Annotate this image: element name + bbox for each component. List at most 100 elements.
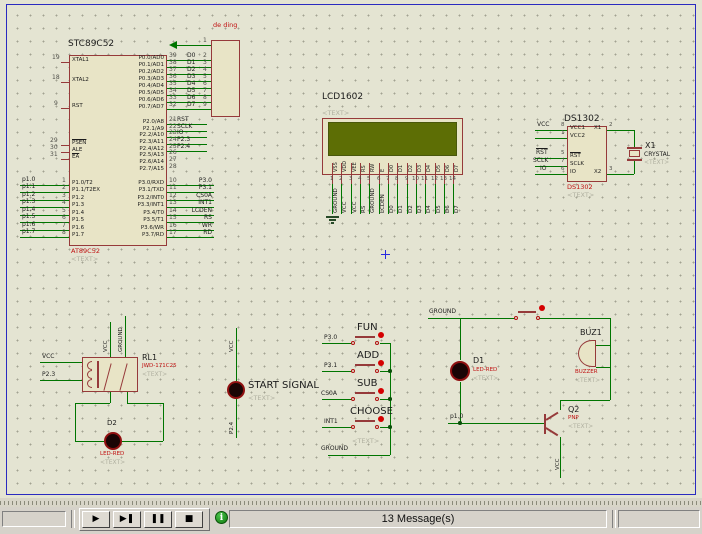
schematic-label: D5 [437,205,443,213]
wire [122,441,163,442]
button-actuator[interactable] [539,305,545,311]
schematic-label: P3.0 [324,335,337,341]
schematic-label: IO [570,170,576,176]
junction-dot [388,425,392,429]
status-message[interactable]: 13 Message(s) [229,510,607,528]
schematic-label: BUZ1 [580,329,602,337]
schematic-label: P3.0/RXD [74,181,164,187]
component-line [329,219,336,221]
ruler-ticks [0,501,702,505]
schematic-label: D7 [455,205,461,213]
schematic-label: RS [182,215,212,221]
schematic-label: P2.3 [42,372,55,378]
schematic-label: 9 [54,101,58,107]
status-panel-left [2,511,66,527]
schematic-label: IO [540,166,547,172]
button-actuator[interactable] [378,388,384,394]
schematic-label: AT89C52 [71,248,100,255]
schematic-label: 28 [169,164,177,170]
schematic-label: INT1 [324,419,338,425]
schematic-label: 8 [561,123,565,129]
schematic-label: 3 [609,167,613,173]
relay-coil-arc [87,370,92,379]
schematic-label: 2 [609,123,613,129]
junction-dot [388,397,392,401]
schematic-label: 6 [377,177,381,183]
button-actuator[interactable] [378,332,384,338]
component-line [331,222,334,224]
connector-de-ding[interactable] [211,40,240,117]
schematic-label: p1.5 [22,214,35,220]
wire [176,45,211,46]
schematic-label: 32 [169,102,177,108]
lcd1602-screen [328,122,457,156]
wire [538,318,610,319]
schematic-canvas[interactable]: STC89C52AT89C52<TEXT>1918929303112345678… [0,0,702,498]
schematic-label: P0.1/AD1 [74,63,164,69]
status-bar: ▶ ▶❚ ❚❚ ■ i 13 Message(s) [0,507,702,534]
schematic-label: SCLK [570,162,584,168]
schematic-label: VCC [230,341,236,352]
schematic-label: P2.4 [230,422,236,434]
pause-button[interactable]: ❚❚ [144,511,172,528]
component-line [544,414,546,434]
schematic-label: P3.4/T0 [74,211,164,217]
wire [125,316,126,357]
schematic-label: RS [362,165,367,172]
schematic-label: 8 [62,230,66,236]
proteus-isis-window: STC89C52AT89C52<TEXT>1918929303112345678… [0,0,702,534]
schematic-label: LCD1602 [322,93,363,102]
wire [328,455,390,456]
schematic-label: D1 [399,205,405,213]
component-line [326,216,339,218]
schematic-label: D4 [427,165,432,172]
schematic-label: 10 [412,177,419,183]
component-line [61,145,69,146]
schematic-label: GROUND [321,446,348,452]
led-indicator[interactable] [104,432,122,450]
schematic-label: X1 [594,126,601,132]
schematic-label: D7 [187,102,195,108]
schematic-label: <TEXT> [568,424,593,430]
schematic-label: 9 [203,102,207,108]
junction-dot [388,369,392,373]
schematic-label: RST [570,154,581,160]
schematic-label: RW [371,164,376,172]
schematic-label: P0.2/AD2 [74,70,164,76]
message-info-icon[interactable]: i [215,511,228,524]
schematic-label: 7 [386,177,390,183]
schematic-label: START SIGNAL [248,381,319,391]
component-line [355,336,375,338]
wire [322,343,353,344]
schematic-label: VCC2 [570,134,585,140]
schematic-label: D6 [446,165,451,172]
led-indicator[interactable] [450,361,470,381]
stop-button[interactable]: ■ [175,511,203,528]
schematic-label: GROUND [334,188,340,213]
schematic-label: VCC [104,341,110,352]
component-line [355,392,375,394]
schematic-label: P3.1/TXD [74,188,164,194]
schematic-label: STC89C52 [68,40,114,49]
component-line [385,250,386,259]
schematic-label: VCC [353,202,359,213]
component-line [61,159,69,160]
wire [127,403,163,404]
wire [634,159,635,174]
schematic-label: 4 [358,177,362,183]
led-indicator[interactable] [227,381,245,399]
schematic-label: VSS [334,162,339,172]
step-button[interactable]: ▶❚ [113,511,141,528]
component-line [518,311,536,313]
crystal-x1-body[interactable] [629,150,640,157]
play-button[interactable]: ▶ [82,511,110,528]
schematic-label: P3.7/RD [74,233,164,239]
schematic-label: D1 [399,165,404,172]
relay-coil-arc [87,379,92,388]
schematic-label: 15 [169,215,177,221]
status-panel-right [618,510,700,528]
wire [634,130,635,147]
schematic-label: P3.1 [182,185,212,191]
schematic-label: <TEXT> [322,110,349,117]
wire [40,362,82,363]
